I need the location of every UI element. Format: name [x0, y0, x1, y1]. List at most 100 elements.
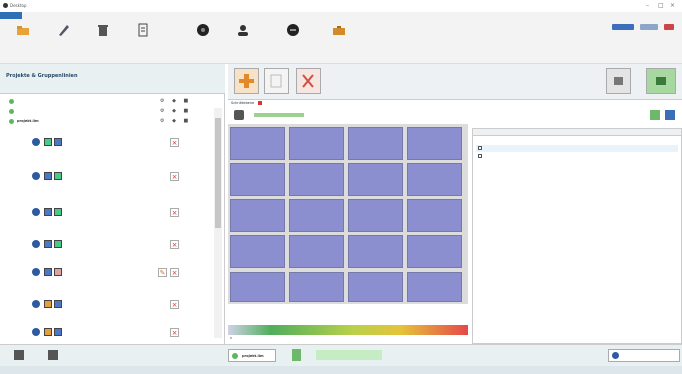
status-icon	[32, 328, 40, 336]
details-header	[473, 129, 681, 136]
type-icon	[44, 300, 52, 308]
tree-project[interactable]: projekt.lim ⚙ ◆ ■	[5, 117, 210, 126]
grid-cell[interactable]	[407, 163, 462, 196]
color-scale	[228, 325, 468, 335]
status-icon	[32, 268, 40, 276]
type-icon	[44, 208, 52, 216]
scrollbar[interactable]	[214, 108, 222, 338]
grid-cell[interactable]	[407, 199, 462, 232]
checkbox[interactable]	[478, 146, 482, 150]
type-icon	[44, 172, 52, 180]
scrollbar-thumb[interactable]	[215, 118, 221, 228]
checkbox[interactable]	[478, 154, 482, 158]
add-icon[interactable]	[292, 349, 301, 361]
cut-button[interactable]	[296, 68, 321, 94]
delete-icon[interactable]: ×	[170, 172, 179, 181]
settings-button[interactable]	[608, 349, 680, 362]
ribbon-delete-button[interactable]	[86, 18, 120, 60]
tree-root[interactable]: ⚙ ◆ ■	[5, 97, 210, 106]
ribbon-user-indicator[interactable]	[612, 24, 634, 30]
grid-cell[interactable]	[289, 199, 344, 232]
grid-cell[interactable]	[348, 272, 403, 302]
list-item[interactable]: ×	[24, 130, 194, 166]
settings-icon[interactable]	[234, 110, 244, 120]
grid-cell[interactable]	[348, 127, 403, 160]
add-button[interactable]	[234, 68, 259, 94]
delete-icon[interactable]: ×	[170, 300, 179, 309]
grid-cell[interactable]	[289, 272, 344, 302]
plus-icon	[239, 74, 254, 88]
node-icon	[9, 99, 14, 104]
ribbon-edit-button[interactable]	[46, 18, 80, 60]
type-icon	[44, 268, 52, 276]
list-item[interactable]: ×	[24, 164, 194, 200]
edit-icon[interactable]: ✎	[158, 268, 167, 277]
grid-cell[interactable]	[289, 163, 344, 196]
grid-cell[interactable]	[407, 235, 462, 268]
view-button[interactable]	[606, 68, 631, 94]
delete-icon[interactable]: ×	[170, 208, 179, 217]
panel-title: Projekte & Gruppenlinien	[6, 73, 78, 79]
grid-cell[interactable]	[230, 235, 285, 268]
grid-cell[interactable]	[230, 272, 285, 302]
grid-cell[interactable]	[348, 235, 403, 268]
status-icon	[32, 208, 40, 216]
grid-cell[interactable]	[230, 127, 285, 160]
grid-cell[interactable]	[230, 163, 285, 196]
grid-icon	[614, 77, 623, 85]
layout-canvas[interactable]	[228, 124, 468, 274]
delete-icon[interactable]: ×	[170, 138, 179, 147]
ribbon-open-button[interactable]	[6, 18, 40, 60]
delete-icon[interactable]: ×	[170, 268, 179, 277]
grid-view-icon[interactable]	[14, 350, 24, 360]
ribbon-alert-indicator[interactable]	[664, 24, 674, 30]
ribbon-user-button[interactable]	[226, 18, 260, 60]
table-row[interactable]	[476, 145, 678, 152]
ribbon-globe-button[interactable]	[276, 18, 310, 60]
folder-icon	[17, 26, 29, 35]
type-icon	[54, 138, 62, 146]
status-icon	[32, 240, 40, 248]
table-row[interactable]	[476, 153, 678, 160]
document-icon	[138, 23, 148, 37]
ribbon-disc-button[interactable]	[186, 18, 220, 60]
close-button[interactable]: ×	[670, 2, 675, 9]
grid-cell[interactable]	[407, 127, 462, 160]
delete-icon[interactable]: ×	[170, 240, 179, 249]
grid-cell[interactable]	[289, 127, 344, 160]
project-panel: Projekte & Gruppenlinien ⚙ ◆ ■ ⚙ ◆ ■ pro…	[0, 64, 225, 344]
details-footer	[475, 331, 681, 339]
maximize-button[interactable]: □	[658, 2, 664, 9]
list-item[interactable]: ×	[24, 200, 194, 236]
refresh-icon[interactable]	[650, 110, 660, 120]
minimize-button[interactable]: –	[646, 2, 649, 9]
delete-icon[interactable]: ×	[170, 328, 179, 337]
project-button[interactable]: projekt.lim	[228, 349, 276, 362]
grid-cell[interactable]	[407, 272, 462, 302]
user-icon	[238, 25, 248, 36]
tree-group[interactable]: ⚙ ◆ ■	[5, 107, 210, 116]
grid-cell[interactable]	[230, 199, 285, 232]
grid-cell[interactable]	[348, 163, 403, 196]
grid-cell[interactable]	[289, 235, 344, 268]
view-active-button[interactable]	[646, 68, 676, 94]
status-icon	[32, 138, 40, 146]
ribbon-briefcase-button[interactable]	[322, 18, 356, 60]
list-item[interactable]: ✎ ×	[24, 260, 194, 296]
selection-box[interactable]	[316, 350, 382, 360]
scissors-icon	[302, 74, 314, 88]
grid-cell[interactable]	[348, 199, 403, 232]
bottom-toolbar: projekt.lim	[0, 344, 682, 366]
ribbon-info-indicator[interactable]	[640, 24, 658, 30]
scale-tick: 0	[230, 336, 232, 340]
list-view-icon[interactable]	[48, 350, 58, 360]
copy-button[interactable]	[264, 68, 289, 94]
export-icon[interactable]	[665, 110, 675, 120]
type-icon	[44, 138, 52, 146]
trash-icon	[98, 25, 108, 36]
selection-bar[interactable]	[254, 113, 304, 117]
canvas-caption	[228, 305, 468, 323]
window-title: Desktop	[10, 3, 27, 8]
ribbon-document-button[interactable]	[126, 18, 160, 60]
type-icon	[54, 208, 62, 216]
